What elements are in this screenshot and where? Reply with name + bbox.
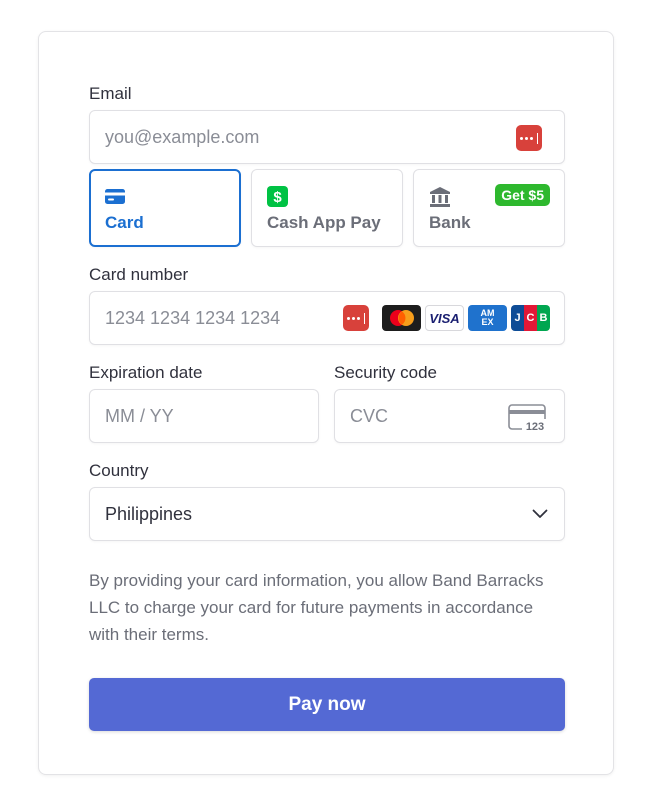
jcb-letter-j: J — [511, 305, 524, 331]
tab-bank[interactable]: Bank Get $5 — [413, 169, 565, 247]
tab-bank-label: Bank — [429, 213, 471, 232]
country-label: Country — [89, 461, 149, 480]
expiration-column: Expiration date MM / YY — [89, 363, 319, 443]
tab-cash-app-pay-label: Cash App Pay — [267, 213, 381, 232]
payment-form-card: Email you@example.com Card $ Cash App Pa… — [38, 31, 614, 775]
jcb-letter-c: C — [524, 305, 537, 331]
pay-now-button[interactable]: Pay now — [89, 678, 565, 731]
visa-icon: VISA — [425, 305, 464, 331]
email-placeholder: you@example.com — [105, 126, 260, 147]
tab-card[interactable]: Card — [89, 169, 241, 247]
card-number-label: Card number — [89, 265, 189, 284]
cvc-icon-text: 123 — [526, 421, 544, 432]
payment-form: Email you@example.com Card $ Cash App Pa… — [89, 84, 565, 731]
card-number-placeholder: 1234 1234 1234 1234 — [105, 307, 281, 328]
amex-icon: AM EX — [468, 305, 507, 331]
cvc-card-icon: 123 — [508, 404, 548, 432]
mastercard-icon — [382, 305, 421, 331]
consent-text: By providing your card information, you … — [89, 571, 544, 644]
country-value: Philippines — [105, 503, 193, 524]
jcb-icon: J C B — [511, 305, 550, 331]
credit-card-icon — [105, 185, 226, 207]
card-brands: VISA AM EX J C B — [343, 305, 550, 331]
expiration-label: Expiration date — [89, 363, 203, 382]
security-code-label: Security code — [334, 363, 437, 382]
security-column: Security code CVC 123 — [334, 363, 565, 443]
payment-method-tabs: Card $ Cash App Pay Bank Get $5 — [89, 169, 565, 247]
security-code-placeholder: CVC — [350, 405, 389, 426]
tab-cash-app-pay[interactable]: $ Cash App Pay — [251, 169, 403, 247]
jcb-letter-b: B — [537, 305, 550, 331]
expiry-security-row: Expiration date MM / YY Security code CV… — [89, 363, 565, 443]
password-manager-icon[interactable] — [516, 125, 542, 151]
svg-text:$: $ — [273, 189, 282, 206]
chevron-down-icon — [532, 509, 548, 518]
password-manager-icon[interactable] — [343, 305, 369, 331]
expiration-placeholder: MM / YY — [105, 405, 174, 426]
cash-app-icon: $ — [267, 185, 388, 207]
security-code-field[interactable]: CVC 123 — [334, 389, 565, 443]
tab-card-label: Card — [105, 213, 144, 232]
email-label: Email — [89, 84, 132, 103]
expiration-field[interactable]: MM / YY — [89, 389, 319, 443]
email-field[interactable]: you@example.com — [89, 110, 565, 164]
amex-text-bottom: EX — [481, 317, 494, 327]
promo-badge: Get $5 — [495, 184, 550, 206]
card-number-field[interactable]: 1234 1234 1234 1234 VISA AM EX J C B — [89, 291, 565, 345]
country-select[interactable]: Philippines — [89, 487, 565, 541]
